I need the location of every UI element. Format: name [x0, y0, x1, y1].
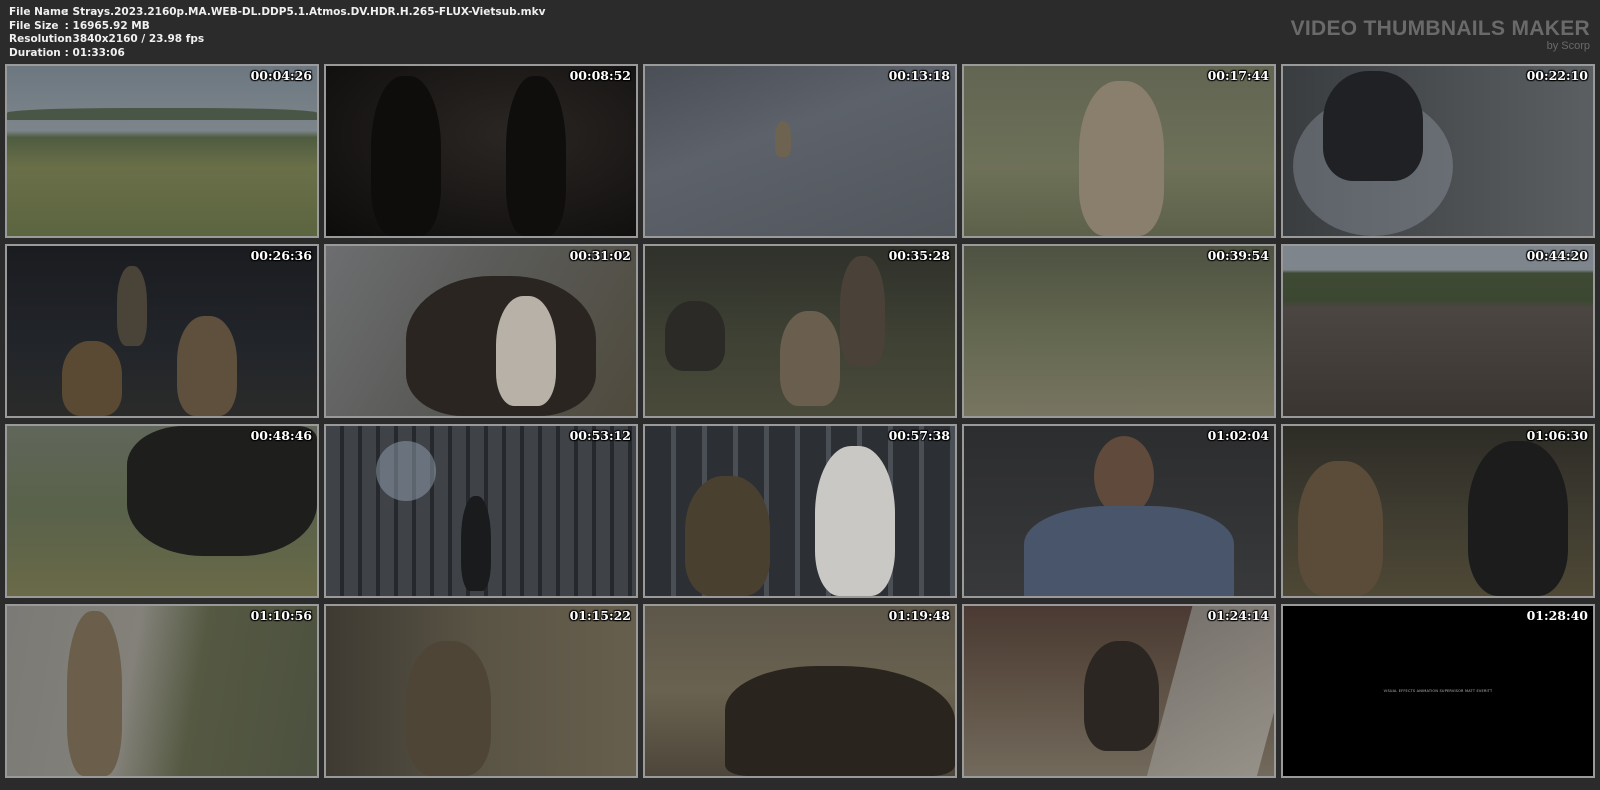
timestamp: 01:19:48 — [888, 608, 950, 623]
thumbnail-10[interactable]: 00:44:20 — [1281, 244, 1595, 418]
info-header: File Name : Strays.2023.2160p.MA.WEB-DL.… — [0, 0, 1600, 64]
thumbnail-grid: 00:04:26 00:08:52 00:13:18 00:17:44 00:2… — [5, 64, 1595, 778]
thumbnail-16[interactable]: 01:10:56 — [5, 604, 319, 778]
thumbnail-18[interactable]: 01:19:48 — [643, 604, 957, 778]
thumbnail-20[interactable]: VISUAL EFFECTS ANIMATION SUPERVISOR MATT… — [1281, 604, 1595, 778]
duration-label: Duration — [9, 46, 61, 59]
file-info-panel: File Name : Strays.2023.2160p.MA.WEB-DL.… — [9, 6, 545, 60]
thumbnail-9[interactable]: 00:39:54 — [962, 244, 1276, 418]
timestamp: 00:48:46 — [250, 428, 312, 443]
thumbnail-6[interactable]: 00:26:36 — [5, 244, 319, 418]
timestamp: 00:08:52 — [569, 68, 631, 83]
file-size-value: : 16965.92 MB — [64, 19, 150, 32]
resolution-value: : 3840x2160 / 23.98 fps — [64, 33, 205, 45]
brand-title: VIDEO THUMBNAILS MAKER — [1290, 17, 1590, 40]
timestamp: 01:28:40 — [1526, 608, 1588, 623]
file-size-label: File Size — [9, 19, 59, 32]
timestamp: 00:04:26 — [250, 68, 312, 83]
timestamp: 00:44:20 — [1526, 248, 1588, 263]
timestamp: 01:02:04 — [1207, 428, 1269, 443]
timestamp: 01:24:14 — [1207, 608, 1269, 623]
thumbnail-12[interactable]: 00:53:12 — [324, 424, 638, 598]
brand-subtitle: by Scorp — [1546, 40, 1590, 52]
thumbnail-13[interactable]: 00:57:38 — [643, 424, 957, 598]
thumbnail-2[interactable]: 00:08:52 — [324, 64, 638, 238]
timestamp: 01:10:56 — [250, 608, 312, 623]
thumbnail-7[interactable]: 00:31:02 — [324, 244, 638, 418]
timestamp: 00:22:10 — [1526, 68, 1588, 83]
resolution-row: Resolution : 3840x2160 / 23.98 fps — [9, 33, 545, 47]
thumbnail-5[interactable]: 00:22:10 — [1281, 64, 1595, 238]
thumbnail-14[interactable]: 01:02:04 — [962, 424, 1276, 598]
timestamp: 01:06:30 — [1526, 428, 1588, 443]
file-size-row: File Size : 16965.92 MB — [9, 20, 545, 34]
timestamp: 00:53:12 — [569, 428, 631, 443]
thumbnail-1[interactable]: 00:04:26 — [5, 64, 319, 238]
timestamp: 00:26:36 — [250, 248, 312, 263]
thumbnail-4[interactable]: 00:17:44 — [962, 64, 1276, 238]
thumbnail-17[interactable]: 01:15:22 — [324, 604, 638, 778]
file-name-row: File Name : Strays.2023.2160p.MA.WEB-DL.… — [9, 6, 545, 20]
thumbnail-19[interactable]: 01:24:14 — [962, 604, 1276, 778]
file-name-label: File Name — [9, 6, 69, 18]
thumbnail-3[interactable]: 00:13:18 — [643, 64, 957, 238]
brand-logo: VIDEO THUMBNAILS MAKER by Scorp — [1290, 17, 1590, 53]
timestamp: 00:31:02 — [569, 248, 631, 263]
timestamp: 00:35:28 — [888, 248, 950, 263]
duration-value: : 01:33:06 — [64, 46, 125, 59]
timestamp: 00:39:54 — [1207, 248, 1269, 263]
timestamp: 01:15:22 — [569, 608, 631, 623]
duration-row: Duration : 01:33:06 — [9, 47, 545, 61]
timestamp: 00:57:38 — [888, 428, 950, 443]
thumbnail-11[interactable]: 00:48:46 — [5, 424, 319, 598]
timestamp: 00:17:44 — [1207, 68, 1269, 83]
thumbnail-15[interactable]: 01:06:30 — [1281, 424, 1595, 598]
file-name-value: : Strays.2023.2160p.MA.WEB-DL.DDP5.1.Atm… — [64, 6, 546, 18]
resolution-label: Resolution — [9, 33, 73, 45]
credit-text: VISUAL EFFECTS ANIMATION SUPERVISOR MATT… — [1383, 689, 1493, 693]
timestamp: 00:13:18 — [888, 68, 950, 83]
thumbnail-8[interactable]: 00:35:28 — [643, 244, 957, 418]
